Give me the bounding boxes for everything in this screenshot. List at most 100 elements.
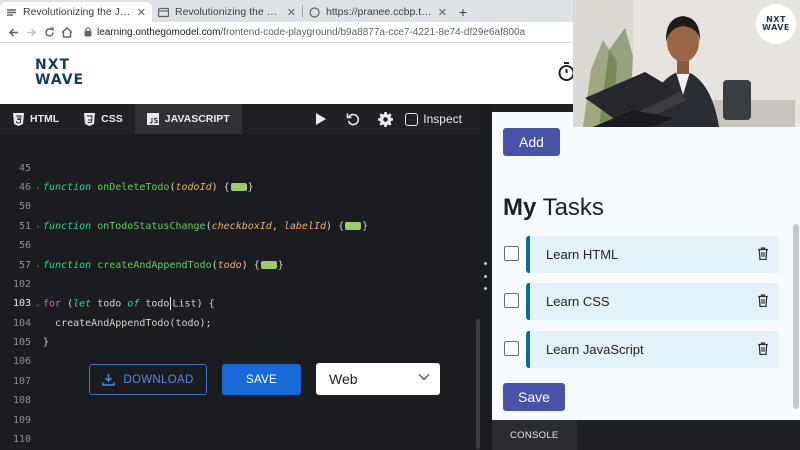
forward-arrow-icon[interactable] (22, 23, 40, 41)
code-line: 45 (0, 159, 480, 179)
tab-css-label: CSS (101, 113, 123, 125)
fold-arrow-icon[interactable]: › (33, 262, 43, 270)
line-number: 46 (18, 182, 31, 194)
nxtwave-logo[interactable]: NXT WAVE (35, 58, 87, 90)
home-icon[interactable] (58, 23, 76, 41)
task-card: Learn HTML (526, 236, 779, 273)
page-favicon-icon (309, 6, 320, 18)
editor-toolbar: HTML CSS JAVASCRIPT Inspect (0, 104, 480, 134)
add-task-button[interactable]: Add (503, 128, 560, 156)
task-card: Learn CSS (526, 283, 779, 320)
save-code-button[interactable]: SAVE (222, 364, 301, 395)
task-item: Learn JavaScript (503, 331, 779, 368)
reload-icon[interactable] (40, 23, 58, 41)
console-tab[interactable]: CONSOLE (492, 420, 577, 450)
tab-html[interactable]: HTML (0, 104, 71, 134)
drag-handle-icon (484, 262, 487, 290)
url-field[interactable]: learning.onthegomodel.com/frontend-code-… (84, 27, 525, 38)
line-number: 103 (12, 298, 31, 310)
url-path: /frontend-code-playground/b9a8877a-cce7-… (220, 26, 526, 38)
line-number: 45 (18, 163, 31, 175)
close-tab-icon[interactable]: ✕ (438, 6, 447, 19)
code-line: 46 › function onDeleteTodo(todoId) {} (0, 178, 480, 198)
task-item: Learn CSS (503, 283, 779, 320)
site-header: NXT WAVE (0, 43, 575, 104)
chevron-down-icon (418, 373, 430, 381)
download-icon (102, 373, 116, 386)
js-icon (146, 113, 159, 126)
folded-code-marker[interactable] (230, 183, 247, 192)
close-tab-icon[interactable]: ✕ (287, 6, 296, 19)
browser-tab-2[interactable]: Revolutionizing the Job M ✕ (152, 2, 302, 22)
tab-title: https://pranee.ccbp.tech (326, 6, 432, 18)
line-number: 106 (12, 356, 31, 368)
browser-tab-3[interactable]: https://pranee.ccbp.tech ✕ (303, 2, 453, 22)
line-number: 51 (18, 221, 31, 233)
code-line: 110 (0, 430, 480, 450)
folded-code-marker[interactable] (345, 222, 362, 231)
address-bar: learning.onthegomodel.com/frontend-code-… (0, 22, 573, 43)
html5-icon (12, 112, 24, 126)
code-line: 105 } (0, 333, 480, 353)
close-tab-icon[interactable]: ✕ (137, 6, 146, 19)
trash-icon[interactable] (757, 247, 769, 260)
browser-tab-1[interactable]: Revolutionizing the Job M ✕ (0, 2, 152, 22)
new-tab-icon[interactable]: + (453, 2, 473, 22)
trash-icon[interactable] (757, 342, 769, 355)
inspect-label: Inspect (423, 112, 462, 126)
task-label[interactable]: Learn JavaScript (546, 342, 644, 357)
folded-code-marker[interactable] (260, 261, 277, 270)
line-number: 104 (12, 318, 31, 330)
browser-tab-strip: Revolutionizing the Job M ✕ Revolutioniz… (0, 0, 573, 22)
task-label[interactable]: Learn HTML (546, 247, 618, 262)
line-number: 57 (18, 260, 31, 272)
fold-arrow-icon[interactable]: › (33, 184, 43, 192)
download-label: DOWNLOAD (123, 373, 194, 386)
pane-resize-handle[interactable] (480, 104, 492, 450)
task-checkbox[interactable] (504, 246, 519, 261)
code-line: 109 (0, 411, 480, 431)
toolbar-actions: Inspect (305, 104, 480, 134)
settings-gear-icon[interactable] (369, 104, 401, 134)
code-line: 57 › function createAndAppendTodo(todo) {… (0, 256, 480, 276)
trash-icon[interactable] (757, 294, 769, 307)
reset-icon[interactable] (337, 104, 369, 134)
url-host: learning.onthegomodel.com (97, 26, 221, 38)
tab-javascript[interactable]: JAVASCRIPT (134, 104, 242, 134)
page-favicon-icon (158, 7, 169, 18)
back-arrow-icon[interactable] (4, 23, 22, 41)
task-checkbox[interactable] (504, 293, 519, 308)
line-number: 50 (18, 201, 31, 213)
task-checkbox[interactable] (504, 341, 519, 356)
tab-title: Revolutionizing the Job M (23, 6, 131, 18)
inspect-checkbox[interactable] (405, 112, 419, 126)
inspect-toggle[interactable]: Inspect (405, 112, 462, 126)
tab-css[interactable]: CSS (71, 104, 135, 134)
page-favicon-icon (6, 7, 17, 18)
platform-select[interactable]: Web (316, 363, 440, 395)
preview-scrollbar[interactable] (793, 224, 799, 409)
fold-arrow-icon[interactable]: ⌄ (33, 300, 43, 308)
line-number: 107 (12, 376, 31, 388)
tab-javascript-label: JAVASCRIPT (164, 113, 230, 125)
code-line: 103 ⌄ for (let todo of todo List) { (0, 294, 480, 314)
line-number: 102 (12, 279, 31, 291)
screen: Revolutionizing the Job M ✕ Revolutioniz… (0, 0, 800, 450)
tasks-heading: My Tasks (503, 194, 604, 221)
platform-select-value: Web (329, 371, 358, 387)
line-number: 105 (12, 337, 31, 349)
css3-icon (83, 112, 95, 126)
save-tasks-button[interactable]: Save (503, 383, 565, 411)
tab-title: Revolutionizing the Job M (175, 6, 281, 18)
lock-icon (84, 27, 92, 37)
code-editor[interactable]: 45 46 › function onDeleteTodo(todoId) {} … (0, 134, 480, 450)
fold-arrow-icon[interactable]: › (33, 223, 43, 231)
code-line: 50 (0, 197, 480, 217)
run-play-icon[interactable] (305, 104, 337, 134)
task-item: Learn HTML (503, 236, 779, 273)
line-number: 108 (12, 395, 31, 407)
line-number: 110 (12, 434, 31, 446)
download-button[interactable]: DOWNLOAD (89, 364, 207, 395)
task-label[interactable]: Learn CSS (546, 294, 610, 309)
line-number: 56 (18, 240, 31, 252)
